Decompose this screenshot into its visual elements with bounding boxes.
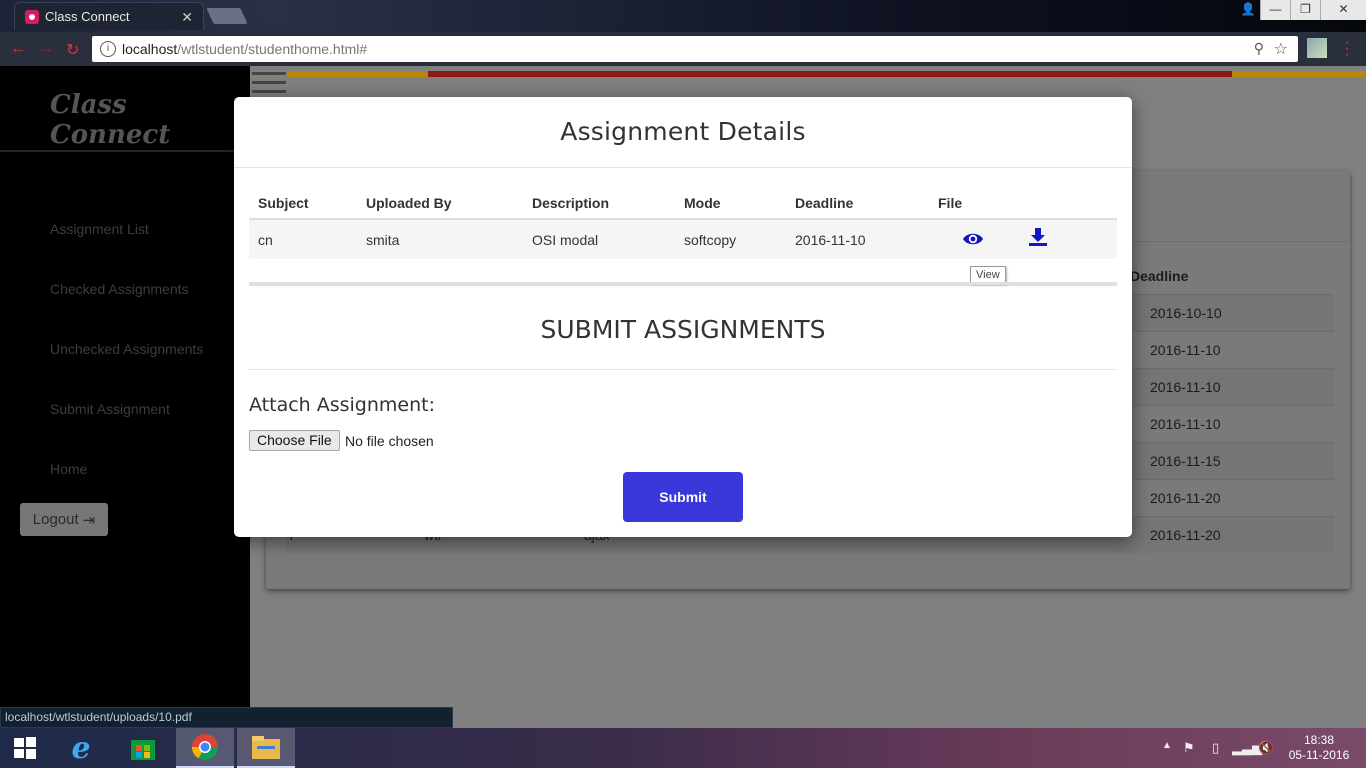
back-arrow-icon[interactable]: ←: [10, 40, 26, 58]
store-icon[interactable]: [114, 728, 172, 768]
site-info-icon[interactable]: i: [100, 41, 116, 57]
assignment-details-table: Subject Uploaded By Description Mode Dea…: [249, 187, 1117, 259]
sidebar: Class Connect Assignment List Checked As…: [0, 66, 250, 728]
tab-close-icon[interactable]: ✕: [181, 9, 193, 26]
column-header-uploaded-by: Uploaded By: [357, 187, 523, 220]
logout-button[interactable]: Logout ⇥: [20, 503, 108, 536]
uploaded-by-cell: smita: [357, 219, 523, 259]
column-header-file: File: [929, 187, 1117, 220]
address-bar[interactable]: i localhost/wtlstudent/studenthome.html#…: [92, 36, 1298, 62]
volume-muted-icon[interactable]: 🔇: [1258, 740, 1274, 756]
close-window-button[interactable]: ✕: [1320, 0, 1366, 20]
submit-button[interactable]: Submit: [623, 472, 743, 522]
sidebar-item-unchecked-assignments[interactable]: Unchecked Assignments: [50, 341, 203, 357]
profile-icon[interactable]: 👤: [1238, 2, 1258, 18]
assignment-details-modal: Assignment Details Subject Uploaded By D…: [234, 97, 1132, 537]
sign-out-icon: ⇥: [82, 511, 96, 529]
minimize-button[interactable]: —: [1260, 0, 1290, 20]
forward-arrow-icon[interactable]: →: [38, 40, 54, 58]
logout-label: Logout: [32, 511, 79, 528]
windows-start-icon[interactable]: [0, 728, 50, 768]
action-center-flag-icon[interactable]: ⚑: [1183, 740, 1195, 756]
battery-icon[interactable]: ▯: [1212, 740, 1219, 756]
url-host: localhost: [122, 41, 178, 57]
description-cell: OSI modal: [523, 219, 675, 259]
sidebar-item-checked-assignments[interactable]: Checked Assignments: [50, 281, 189, 297]
column-header-description: Description: [523, 187, 675, 220]
divider: [234, 167, 1132, 168]
hamburger-menu-icon[interactable]: [252, 72, 286, 96]
deadline-cell: 2016-11-15: [1150, 453, 1221, 469]
reload-icon[interactable]: ↻: [66, 40, 79, 60]
clock-date: 05-11-2016: [1288, 748, 1350, 762]
deadline-cell: 2016-11-10: [1150, 342, 1221, 358]
brand-logo[interactable]: Class Connect: [50, 90, 250, 150]
chrome-icon[interactable]: [176, 728, 234, 768]
mode-cell: softcopy: [675, 219, 786, 259]
sidebar-item-assignment-list[interactable]: Assignment List: [50, 221, 149, 237]
deadline-cell: 2016-11-20: [1150, 527, 1221, 543]
tab-title: Class Connect: [45, 9, 130, 24]
file-cell: [929, 219, 1117, 259]
divider: [0, 150, 250, 152]
tray-expand-icon[interactable]: ▲: [1162, 740, 1172, 751]
restore-button[interactable]: ❐: [1290, 0, 1320, 20]
file-status-text: No file chosen: [345, 433, 434, 449]
key-icon[interactable]: ⚲: [1254, 40, 1264, 57]
column-header-deadline: Deadline: [1130, 268, 1189, 284]
header-accent-bar-inner: [428, 71, 1232, 77]
deadline-cell: 2016-11-10: [1150, 416, 1221, 432]
page-viewport: Class Connect Assignment List Checked As…: [0, 66, 1366, 728]
sidebar-item-submit-assignment[interactable]: Submit Assignment: [50, 401, 170, 417]
deadline-cell: 2016-11-10: [1150, 379, 1221, 395]
extension-icon[interactable]: [1307, 38, 1327, 58]
bookmark-star-icon[interactable]: ☆: [1274, 39, 1288, 59]
browser-titlebar: Class Connect ✕ 👤 — ❐ ✕: [0, 0, 1366, 32]
column-header-deadline: Deadline: [786, 187, 929, 220]
deadline-cell: 2016-11-20: [1150, 490, 1221, 506]
modal-title: Assignment Details: [560, 117, 806, 146]
divider: [249, 369, 1117, 370]
browser-tab[interactable]: Class Connect ✕: [14, 2, 204, 30]
status-url-bar: localhost/wtlstudent/uploads/10.pdf: [0, 707, 453, 728]
window-controls: — ❐ ✕: [1260, 0, 1366, 20]
attach-assignment-label: Attach Assignment:: [249, 394, 436, 416]
deadline-cell: 2016-10-10: [1150, 305, 1222, 321]
submit-section-title: SUBMIT ASSIGNMENTS: [540, 315, 826, 344]
windows-taskbar: e ▲ ⚑ ▯ ▂▃▅ 🔇 18:38 05-11-2016: [0, 728, 1366, 768]
column-header-subject: Subject: [249, 187, 357, 220]
app-favicon-icon: [25, 10, 39, 24]
browser-toolbar: ← → ↻ i localhost/wtlstudent/studenthome…: [0, 32, 1366, 66]
choose-file-button[interactable]: Choose File: [249, 430, 340, 451]
download-icon[interactable]: [1028, 227, 1048, 250]
subject-cell: cn: [249, 219, 357, 259]
system-clock[interactable]: 18:38 05-11-2016: [1287, 733, 1351, 763]
clock-time: 18:38: [1303, 733, 1335, 747]
view-eye-icon[interactable]: [962, 230, 984, 253]
new-tab-button[interactable]: [206, 8, 248, 24]
internet-explorer-icon[interactable]: e: [52, 728, 110, 768]
sidebar-item-home[interactable]: Home: [50, 461, 87, 477]
table-row: cn smita OSI modal softcopy 2016-11-10: [249, 219, 1117, 259]
divider: [249, 282, 1117, 285]
deadline-cell: 2016-11-10: [786, 219, 929, 259]
url-path: /wtlstudent/studenthome.html#: [177, 41, 368, 57]
chrome-menu-icon[interactable]: · · ·: [1340, 35, 1354, 63]
file-explorer-icon[interactable]: [237, 728, 295, 768]
column-header-mode: Mode: [675, 187, 786, 220]
